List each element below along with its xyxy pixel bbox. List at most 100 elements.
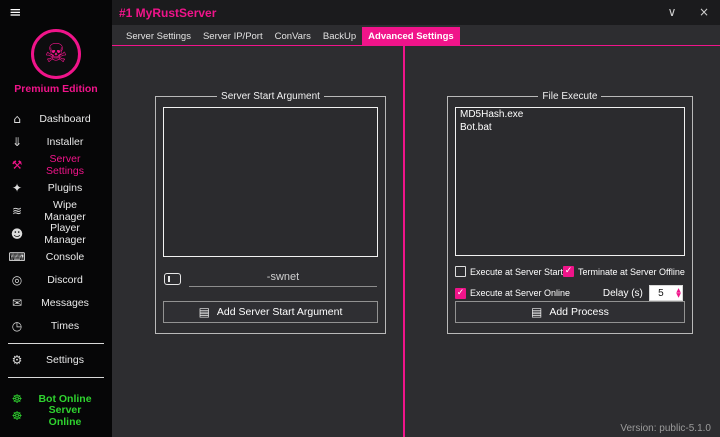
clock-icon: ◷	[11, 318, 23, 333]
sidebar-item-times[interactable]: ◷ Times	[0, 314, 112, 337]
tab-convars[interactable]: ConVars	[269, 27, 317, 45]
logo-ring: ☠	[31, 29, 81, 79]
sidebar-item-installer[interactable]: ⇓ Installer	[0, 130, 112, 153]
messages-icon: ✉	[11, 295, 23, 310]
checkbox-label: Execute at Server Start	[470, 266, 564, 277]
group-title: File Execute	[542, 91, 598, 102]
server-start-argument-group: Server Start Argument ▤ Add Server Start…	[155, 91, 386, 334]
separator	[8, 343, 104, 344]
form-icon: ▤	[198, 305, 210, 319]
sidebar-item-label: Wipe Manager	[44, 198, 86, 223]
tab-strip: Server Settings Server IP/Port ConVars B…	[112, 25, 720, 46]
titlebar-actions: ∨ ×	[656, 0, 720, 25]
sidebar-item-label: Installer	[46, 135, 84, 148]
sidebar-item-dashboard[interactable]: ⌂ Dashboard	[0, 107, 112, 130]
separator	[8, 377, 104, 378]
list-item[interactable]: Bot.bat	[456, 121, 684, 134]
sidebar-item-label: Player Manager	[44, 221, 86, 246]
tab-advanced-settings[interactable]: Advanced Settings	[362, 27, 460, 45]
delay-label: Delay (s)	[602, 287, 643, 299]
sidebar-item-label: Discord	[47, 273, 83, 286]
sidebar-item-settings[interactable]: ⚙ Settings	[0, 348, 112, 371]
checkbox-terminate-at-server-offline[interactable]: ✓ Terminate at Server Offline	[563, 266, 685, 278]
sidebar-nav: ⌂ Dashboard ⇓ Installer ⚒ Server Setting…	[0, 107, 112, 337]
delay-row: Delay (s) 5 ▲ ▼	[563, 285, 685, 302]
sidebar-item-discord[interactable]: ◎ Discord	[0, 268, 112, 291]
add-process-button[interactable]: ▤ Add Process	[455, 301, 685, 323]
delay-spinner[interactable]: 5 ▲ ▼	[648, 285, 683, 302]
status-label: Server Online	[48, 403, 82, 428]
installer-icon: ⇓	[11, 134, 23, 149]
tab-server-ip-port[interactable]: Server IP/Port	[197, 27, 269, 45]
app-body: ☠ Premium Edition ⌂ Dashboard ⇓ Installe…	[0, 25, 720, 437]
player-icon: ☻	[10, 226, 24, 241]
tab-backup[interactable]: BackUp	[317, 27, 362, 45]
dashboard-icon: ⌂	[13, 111, 21, 126]
sidebar: ☠ Premium Edition ⌂ Dashboard ⇓ Installe…	[0, 25, 112, 437]
hamburger-menu-icon[interactable]: ≡	[9, 5, 22, 20]
sidebar-item-player-manager[interactable]: ☻ Player Manager	[0, 221, 112, 246]
sidebar-item-messages[interactable]: ✉ Messages	[0, 291, 112, 314]
sidebar-item-label: Times	[50, 319, 80, 332]
spinner-down-icon[interactable]: ▼	[676, 293, 681, 299]
status-block: ☸ Bot Online ☸ Server Online	[0, 390, 112, 428]
console-icon: ⌨	[8, 249, 26, 264]
form-icon: ▤	[531, 305, 543, 320]
logo: ☠	[0, 25, 112, 79]
tab-server-settings[interactable]: Server Settings	[120, 27, 197, 45]
textbox-icon	[164, 273, 181, 285]
file-execute-group: File Execute MD5Hash.exe Bot.bat Execute…	[447, 91, 693, 334]
list-item[interactable]: MD5Hash.exe	[456, 108, 684, 121]
group-title: Server Start Argument	[221, 91, 320, 102]
checkbox-execute-at-server-start[interactable]: Execute at Server Start	[455, 266, 564, 278]
checkbox-execute-at-server-online[interactable]: ✓ Execute at Server Online	[455, 285, 570, 301]
collapse-button[interactable]: ∨	[656, 0, 688, 25]
window-title: #1 MyRustServer	[119, 5, 217, 20]
sidebar-item-server-settings[interactable]: ⚒ Server Settings	[0, 152, 112, 177]
bot-status-icon: ☸	[11, 391, 23, 406]
server-status-icon: ☸	[11, 408, 23, 423]
sidebar-item-label: Messages	[41, 296, 89, 309]
skull-icon: ☠	[44, 39, 68, 69]
start-argument-input[interactable]	[189, 269, 377, 287]
vertical-divider	[403, 46, 405, 437]
app-window: ≡ #1 MyRustServer ∨ × ☠ Premium Edition …	[0, 0, 720, 437]
file-execute-list[interactable]: MD5Hash.exe Bot.bat	[455, 107, 685, 257]
sidebar-item-plugins[interactable]: ✦ Plugins	[0, 176, 112, 199]
gear-icon: ⚙	[11, 352, 23, 367]
check-icon: ✓	[564, 266, 573, 277]
version-label: Version: public-5.1.0	[620, 423, 711, 434]
close-button[interactable]: ×	[688, 0, 720, 25]
titlebar-left: ≡	[0, 0, 112, 25]
button-label: Add Process	[549, 306, 609, 319]
add-start-argument-button[interactable]: ▤ Add Server Start Argument	[163, 301, 378, 323]
button-label: Add Server Start Argument	[216, 306, 343, 318]
edition-label: Premium Edition	[14, 83, 98, 95]
checkbox-label: Terminate at Server Offline	[578, 266, 685, 277]
sidebar-item-label: Dashboard	[39, 112, 91, 125]
spinner-arrows: ▲ ▼	[676, 286, 681, 300]
start-argument-list[interactable]	[163, 107, 378, 257]
sidebar-item-wipe-manager[interactable]: ≋ Wipe Manager	[0, 198, 112, 223]
titlebar: ≡ #1 MyRustServer ∨ ×	[0, 0, 720, 25]
check-icon: ✓	[456, 287, 465, 298]
sidebar-item-label: Server Settings	[46, 152, 84, 177]
delay-value[interactable]: 5	[650, 288, 672, 299]
sidebar-item-label: Plugins	[47, 181, 83, 194]
main-area: Server Settings Server IP/Port ConVars B…	[112, 25, 720, 437]
checkbox-icon: ✓	[563, 266, 574, 278]
server-online-status: ☸ Server Online	[0, 404, 112, 428]
wipe-icon: ≋	[11, 203, 23, 218]
checkbox-icon	[455, 266, 466, 278]
sidebar-item-label: Settings	[46, 353, 84, 366]
checkbox-label: Execute at Server Online	[470, 288, 571, 299]
checkbox-icon: ✓	[455, 287, 466, 299]
sidebar-item-label: Console	[45, 250, 85, 263]
start-argument-input-row	[164, 269, 377, 287]
execute-options: Execute at Server Start ✓ Terminate at S…	[455, 266, 685, 302]
discord-icon: ◎	[11, 272, 23, 287]
plugins-icon: ✦	[11, 180, 23, 195]
wrench-icon: ⚒	[11, 157, 23, 172]
sidebar-item-console[interactable]: ⌨ Console	[0, 245, 112, 268]
tab-content: Server Start Argument ▤ Add Server Start…	[112, 46, 720, 437]
